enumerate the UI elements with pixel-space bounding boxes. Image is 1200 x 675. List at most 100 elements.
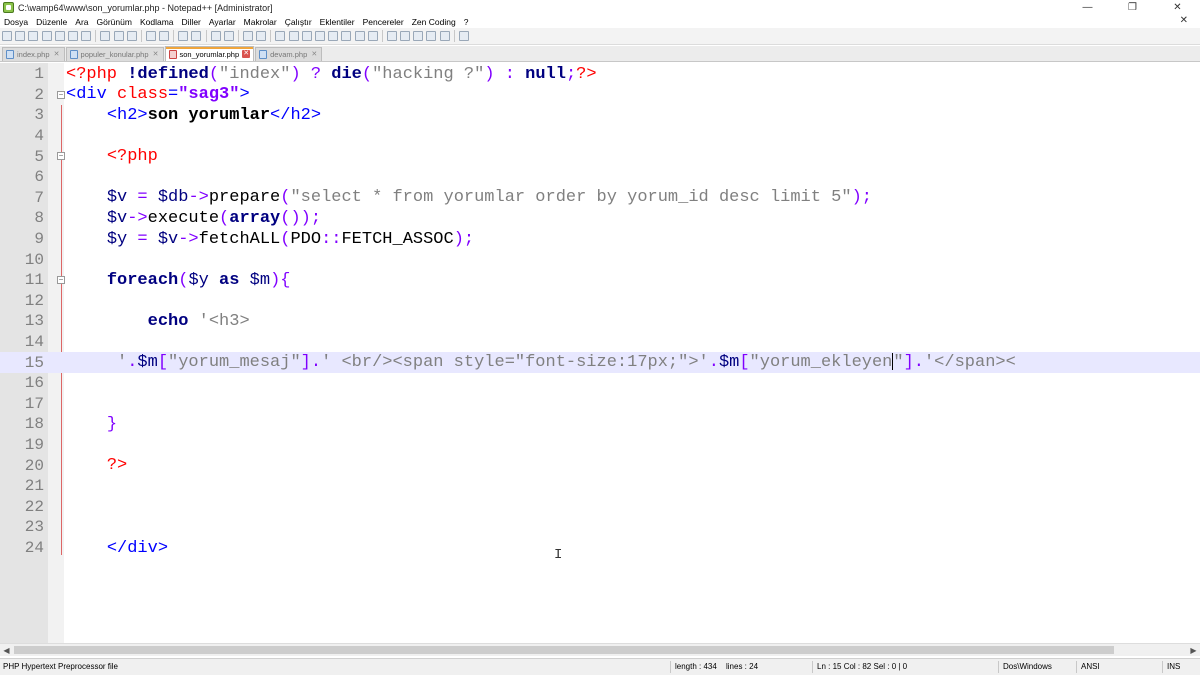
- tab-son-yorumlar-php[interactable]: son_yorumlar.php ✕: [164, 46, 255, 61]
- minimize-button[interactable]: —: [1065, 0, 1110, 15]
- stop-macro-icon[interactable]: [400, 31, 411, 41]
- code-line[interactable]: 11 − foreach($y as $m){: [0, 270, 1200, 291]
- code-line[interactable]: 7 $v = $db->prepare("select * from yorum…: [0, 188, 1200, 209]
- save-icon[interactable]: [28, 31, 39, 41]
- paste-icon[interactable]: [126, 31, 137, 41]
- cut-icon[interactable]: [100, 31, 111, 41]
- print-icon[interactable]: [81, 31, 92, 41]
- record-macro-icon[interactable]: [386, 31, 397, 41]
- sync-horizontal-icon[interactable]: [256, 31, 267, 41]
- show-all-chars-icon[interactable]: [288, 31, 299, 41]
- menu-calistir[interactable]: Çalıştır: [281, 17, 316, 27]
- line-number: 5: [34, 147, 44, 166]
- menu-dosya[interactable]: Dosya: [0, 17, 32, 27]
- close-all-icon[interactable]: [67, 31, 78, 41]
- code-line[interactable]: 2 − <div class="sag3">: [0, 85, 1200, 106]
- undo-icon[interactable]: [145, 31, 156, 41]
- indent-guide-icon[interactable]: [301, 31, 312, 41]
- save-all-icon[interactable]: [41, 31, 52, 41]
- code-line[interactable]: 1 <?php !defined("index") ? die("hacking …: [0, 64, 1200, 85]
- code-line[interactable]: 9 $y = $v->fetchALL(PDO::FETCH_ASSOC);: [0, 229, 1200, 250]
- fold-toggle-icon[interactable]: −: [57, 90, 65, 99]
- code-line[interactable]: 5 − <?php: [0, 146, 1200, 167]
- tab-close-icon[interactable]: ✕: [53, 51, 61, 59]
- code-line[interactable]: 23: [0, 517, 1200, 538]
- code-line[interactable]: 4: [0, 126, 1200, 147]
- code-line[interactable]: 12: [0, 291, 1200, 312]
- code-line[interactable]: 21: [0, 476, 1200, 497]
- code-line[interactable]: 3 <h2>son yorumlar</h2>: [0, 105, 1200, 126]
- tab-index-php[interactable]: index.php ✕: [2, 47, 65, 61]
- code-token: (: [280, 229, 291, 249]
- menu-eklentiler[interactable]: Eklentiler: [316, 17, 359, 27]
- menu-kodlama[interactable]: Kodlama: [136, 17, 178, 27]
- scrollbar-thumb[interactable]: [14, 646, 1114, 654]
- code-line[interactable]: 16: [0, 373, 1200, 394]
- tab-close-icon[interactable]: ✕: [152, 51, 160, 59]
- code-line[interactable]: 18 }: [0, 414, 1200, 435]
- udl-icon[interactable]: [314, 31, 325, 41]
- code-line[interactable]: 24 </div>: [0, 538, 1200, 559]
- tab-populer-konular-php[interactable]: populer_konular.php ✕: [65, 47, 164, 61]
- function-list-icon[interactable]: [341, 31, 352, 41]
- code-line[interactable]: 10: [0, 249, 1200, 270]
- scroll-left-icon[interactable]: ◀: [0, 644, 13, 657]
- notepadpp-icon: [3, 2, 14, 13]
- zoom-in-icon[interactable]: [210, 31, 221, 41]
- monitoring-icon[interactable]: [367, 31, 378, 41]
- scroll-right-icon[interactable]: ▶: [1187, 644, 1200, 657]
- close-document-icon[interactable]: ✕: [1180, 15, 1188, 26]
- replace-icon[interactable]: [191, 31, 202, 41]
- file-icon: [69, 50, 78, 59]
- code-line[interactable]: 15 '.$m["yorum_mesaj"].' <br/><span styl…: [0, 352, 1200, 373]
- close-file-icon[interactable]: [54, 31, 65, 41]
- word-wrap-icon[interactable]: [275, 31, 286, 41]
- tab-bar: index.php ✕ populer_konular.php ✕ son_yo…: [0, 46, 1200, 62]
- menu-pencereler[interactable]: Pencereler: [359, 17, 408, 27]
- code-line[interactable]: 17: [0, 394, 1200, 415]
- code-line[interactable]: 6: [0, 167, 1200, 188]
- play-macro-icon[interactable]: [413, 31, 424, 41]
- doc-map-icon[interactable]: [328, 31, 339, 41]
- copy-icon[interactable]: [113, 31, 124, 41]
- zoom-out-icon[interactable]: [223, 31, 234, 41]
- code-line[interactable]: 20 ?>: [0, 455, 1200, 476]
- restore-button[interactable]: ❐: [1110, 0, 1155, 15]
- menu-diller[interactable]: Diller: [178, 17, 205, 27]
- tab-close-icon[interactable]: ✕: [310, 51, 318, 59]
- redo-icon[interactable]: [159, 31, 170, 41]
- code-line[interactable]: 19: [0, 435, 1200, 456]
- tab-devam-php[interactable]: devam.php ✕: [255, 47, 323, 61]
- line-number: 10: [24, 250, 44, 269]
- menu-makrolar[interactable]: Makrolar: [240, 17, 281, 27]
- save-macro-icon[interactable]: [439, 31, 450, 41]
- menu-ara[interactable]: Ara: [71, 17, 92, 27]
- open-file-icon[interactable]: [15, 31, 26, 41]
- code-token: execute: [147, 208, 220, 228]
- close-button[interactable]: ✕: [1155, 0, 1200, 15]
- plugin-icon[interactable]: [458, 31, 469, 41]
- sync-vertical-icon[interactable]: [243, 31, 253, 41]
- code-line[interactable]: 13 echo '<h3>: [0, 311, 1200, 332]
- code-editor[interactable]: 1 <?php !defined("index") ? die("hacking …: [0, 63, 1200, 643]
- code-token: </h2>: [270, 105, 322, 125]
- run-macro-multiple-icon[interactable]: [426, 31, 437, 41]
- horizontal-scrollbar[interactable]: ◀ ▶: [0, 643, 1200, 656]
- menu-duzenle[interactable]: Düzenle: [32, 17, 71, 27]
- menu-gorunum[interactable]: Görünüm: [93, 17, 136, 27]
- code-line[interactable]: 14: [0, 332, 1200, 353]
- fold-toggle-icon[interactable]: −: [57, 276, 65, 284]
- menu-zen-coding[interactable]: Zen Coding: [408, 17, 460, 27]
- code-line[interactable]: 22: [0, 497, 1200, 518]
- fold-toggle-icon[interactable]: −: [57, 152, 65, 161]
- tab-close-icon[interactable]: ✕: [242, 50, 251, 58]
- new-file-icon[interactable]: [2, 31, 12, 41]
- code-line[interactable]: 8 $v->execute(array());: [0, 208, 1200, 229]
- menu-help[interactable]: ?: [460, 17, 473, 27]
- folder-workspace-icon[interactable]: [354, 31, 365, 41]
- menu-ayarlar[interactable]: Ayarlar: [205, 17, 240, 27]
- toolbar: [0, 28, 1200, 45]
- code-token: ': [117, 353, 128, 373]
- code-token: ){: [270, 270, 291, 290]
- find-icon[interactable]: [178, 31, 189, 41]
